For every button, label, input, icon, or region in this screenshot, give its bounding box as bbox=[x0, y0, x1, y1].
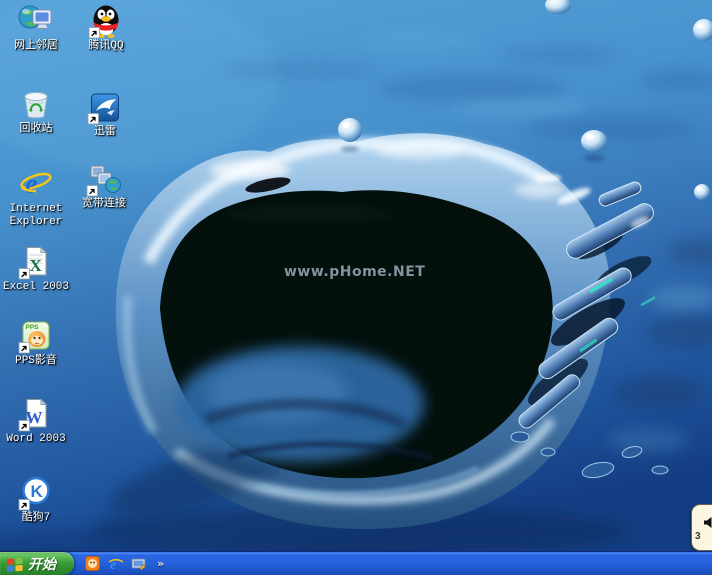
svg-text:PPS: PPS bbox=[26, 324, 40, 331]
tray-popup-value: 3 bbox=[695, 531, 701, 542]
windows-logo-icon bbox=[6, 557, 23, 572]
desktop: www.pHome.NET 网上邻居 腾讯QQ 回收站 迅雷 e Interne… bbox=[0, 0, 712, 575]
start-button-label: 开始 bbox=[28, 555, 56, 572]
desktop-icon-xunlei[interactable]: 迅雷 bbox=[69, 89, 141, 139]
desktop-icon-label: Internet Explorer bbox=[9, 203, 63, 229]
taskbar: 开始 e » bbox=[0, 551, 712, 575]
desktop-icon-excel-2003[interactable]: X Excel 2003 bbox=[0, 244, 72, 294]
pps-icon: PPS bbox=[18, 321, 50, 354]
shortcut-arrow-badge bbox=[18, 420, 30, 432]
pps-quicklaunch-icon[interactable] bbox=[84, 555, 101, 572]
shortcut-arrow-badge bbox=[18, 342, 30, 354]
desktop-icon-my-network-places[interactable]: 网上邻居 bbox=[0, 3, 72, 53]
internet-explorer-icon: e bbox=[20, 169, 52, 200]
desktop-icon-tencent-qq[interactable]: 腾讯QQ bbox=[70, 3, 142, 53]
desktop-icon-recycle-bin[interactable]: 回收站 bbox=[0, 86, 72, 136]
xunlei-thunder-icon bbox=[87, 93, 119, 125]
shortcut-arrow-badge bbox=[18, 499, 30, 511]
tray-popup[interactable]: 3 bbox=[691, 504, 712, 551]
water-splash-wallpaper bbox=[0, 0, 712, 575]
my-network-places-icon bbox=[18, 5, 52, 29]
desktop-icon-label: 酷狗7 bbox=[21, 512, 51, 524]
svg-text:X: X bbox=[30, 256, 43, 275]
desktop-icon-label: PPS影音 bbox=[15, 355, 57, 367]
recycle-bin-icon bbox=[24, 92, 48, 119]
desktop-icon-label: Word 2003 bbox=[6, 433, 66, 445]
desktop-icon-label: 腾讯QQ bbox=[88, 40, 124, 52]
quick-launch-bar: e » bbox=[84, 555, 164, 572]
show-desktop-icon[interactable] bbox=[130, 555, 147, 572]
desktop-icon-pps[interactable]: PPS PPS影音 bbox=[0, 318, 72, 368]
excel-icon: X bbox=[18, 246, 48, 280]
wallpaper-watermark: www.pHome.NET bbox=[284, 264, 426, 280]
kugou-icon: K bbox=[18, 476, 50, 511]
svg-text:K: K bbox=[31, 482, 44, 501]
quick-launch-overflow-chevron[interactable]: » bbox=[157, 558, 164, 569]
broadband-connection-icon bbox=[86, 165, 121, 197]
shortcut-arrow-badge bbox=[18, 268, 30, 280]
speaker-icon bbox=[704, 517, 712, 528]
internet-explorer-quicklaunch-icon[interactable]: e bbox=[107, 555, 124, 572]
desktop-icon-internet-explorer[interactable]: e Internet Explorer bbox=[0, 166, 72, 229]
desktop-icon-label: 宽带连接 bbox=[82, 198, 126, 210]
desktop-icon-label: 回收站 bbox=[19, 123, 53, 135]
desktop-icon-kugou-7[interactable]: K 酷狗7 bbox=[0, 475, 72, 525]
tencent-qq-icon bbox=[88, 5, 119, 39]
shortcut-arrow-badge bbox=[86, 185, 98, 197]
desktop-icon-broadband-connection[interactable]: 宽带连接 bbox=[68, 161, 140, 211]
desktop-icon-label: 网上邻居 bbox=[14, 40, 58, 52]
word-icon: W bbox=[18, 398, 48, 432]
start-button[interactable]: 开始 bbox=[0, 552, 74, 575]
desktop-icon-label: Excel 2003 bbox=[2, 281, 69, 293]
desktop-icon-label: 迅雷 bbox=[94, 126, 116, 138]
desktop-icon-word-2003[interactable]: W Word 2003 bbox=[0, 396, 72, 446]
shortcut-arrow-badge bbox=[88, 27, 100, 39]
svg-text:e: e bbox=[25, 169, 37, 200]
shortcut-arrow-badge bbox=[87, 113, 99, 125]
